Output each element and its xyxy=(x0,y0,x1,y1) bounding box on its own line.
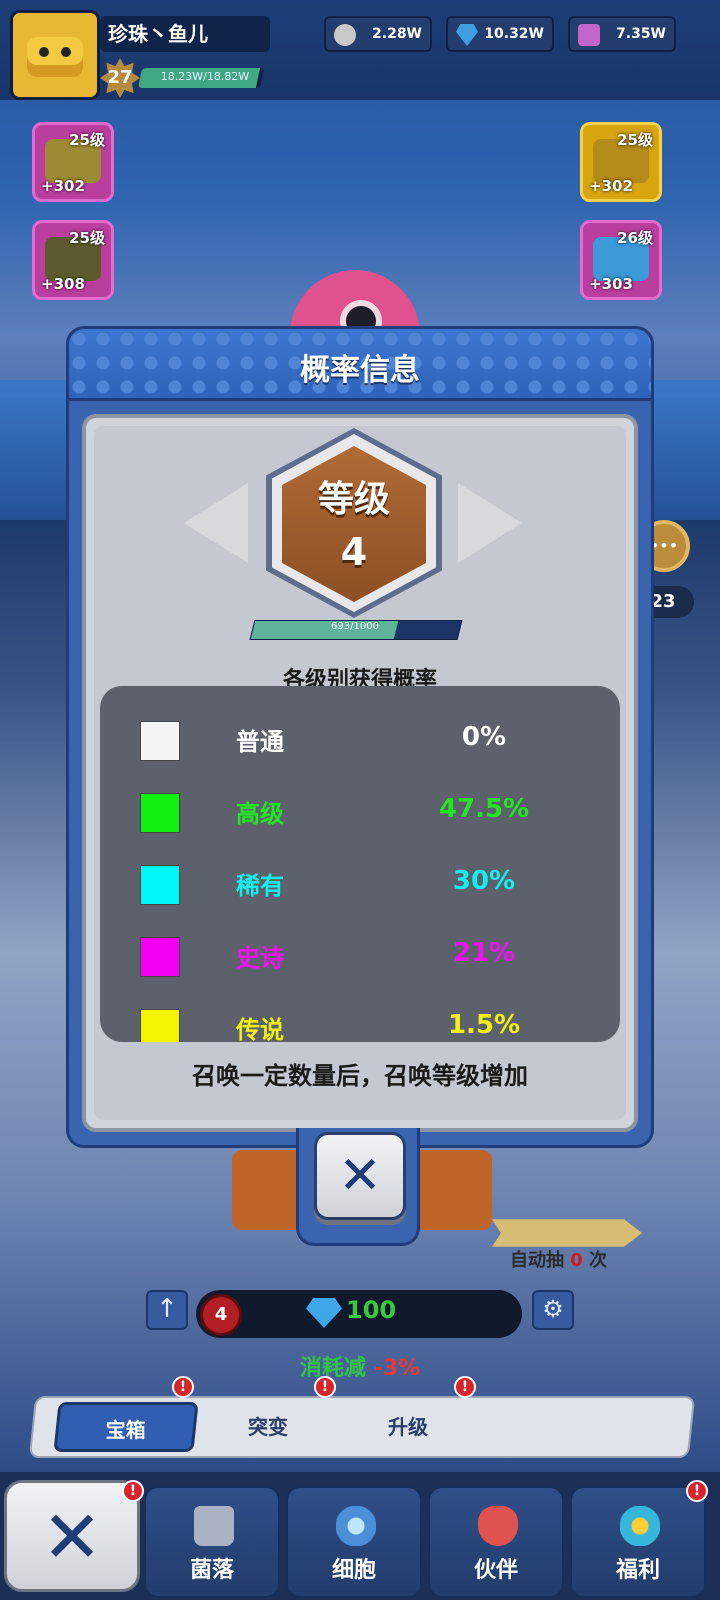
modal-close-button[interactable]: ✕ xyxy=(314,1132,406,1220)
rate-row: 传说 1.5% xyxy=(100,992,620,1042)
rarity-rate: 30% xyxy=(452,866,516,896)
lock-icon xyxy=(194,1506,234,1546)
item-level: 25级 xyxy=(69,131,105,149)
cost-discount: 消耗减 -3% xyxy=(0,1350,720,1382)
level-value: 4 xyxy=(340,530,368,574)
auto-draw-count: 0 xyxy=(570,1250,583,1271)
item-bonus: +303 xyxy=(589,275,633,293)
nav-welfare-badge: ! xyxy=(686,1480,708,1502)
rate-list[interactable]: 普通 0% 高级 47.5% 稀有 30% 史诗 21% 传说 1.5% xyxy=(100,686,620,1042)
rarity-name: 史诗 xyxy=(236,944,284,972)
nav-partner[interactable]: 伙伴 xyxy=(428,1486,564,1598)
nav-welfare[interactable]: 福利 xyxy=(570,1486,706,1598)
rate-row: 普通 0% xyxy=(100,704,620,776)
item-level: 25级 xyxy=(69,229,105,247)
item-bonus: +308 xyxy=(41,275,85,293)
gift-icon xyxy=(620,1506,660,1546)
tab-upgrade[interactable]: 升级 xyxy=(338,1402,478,1452)
nav-cell[interactable]: 细胞 xyxy=(286,1486,422,1598)
tab-upgrade-badge: ! xyxy=(454,1376,476,1398)
rarity-rate: 1.5% xyxy=(447,1010,521,1040)
chest-icon xyxy=(578,24,600,46)
rarity-rate: 47.5% xyxy=(438,794,530,824)
tab-chest-badge: ! xyxy=(172,1376,194,1398)
resource-diamond[interactable]: 10.32W xyxy=(446,16,554,52)
rarity-rate: 21% xyxy=(452,938,516,968)
summon-level-note: 召唤一定数量后，召唤等级增加 xyxy=(192,1062,528,1090)
resource-coin[interactable]: 2.28W xyxy=(324,16,432,52)
rate-row: 稀有 30% xyxy=(100,848,620,920)
auto-draw-suffix: 次 xyxy=(589,1250,608,1271)
discount-value: -3% xyxy=(373,1356,421,1381)
tab-label: 突变 xyxy=(248,1415,288,1439)
level-label: 等级 xyxy=(317,479,390,520)
avatar-face xyxy=(27,37,83,77)
auto-draw-text: 自动抽 0 次 xyxy=(510,1246,607,1272)
close-icon: ✕ xyxy=(41,1495,103,1579)
settings-gear-button[interactable]: ⚙ xyxy=(532,1290,574,1330)
summon-cost-value: 100 xyxy=(346,1296,397,1324)
item-bonus: +302 xyxy=(41,177,85,195)
player-avatar[interactable] xyxy=(10,10,100,100)
item-level: 26级 xyxy=(617,229,653,247)
rarity-swatch xyxy=(140,793,180,833)
rarity-rate: 0% xyxy=(461,722,507,752)
nav-colony[interactable]: 菌落 xyxy=(144,1486,280,1598)
side-item-right-2[interactable]: 26级 +303 xyxy=(580,220,662,300)
side-item-right-1[interactable]: 25级 +302 xyxy=(580,122,662,202)
rate-row: 高级 47.5% xyxy=(100,776,620,848)
tab-mutation-badge: ! xyxy=(314,1376,336,1398)
nav-label: 福利 xyxy=(615,1558,660,1583)
nav-close-button[interactable]: ✕ xyxy=(4,1480,140,1592)
discount-label: 消耗减 xyxy=(299,1356,366,1381)
modal-title-bar: 概率信息 xyxy=(69,329,651,401)
tab-label: 宝箱 xyxy=(105,1418,146,1442)
rarity-swatch xyxy=(140,721,180,761)
side-item-left-1[interactable]: 25级 +302 xyxy=(32,122,114,202)
rarity-name: 稀有 xyxy=(236,872,284,900)
rarity-swatch xyxy=(140,865,180,905)
partner-icon xyxy=(478,1506,518,1546)
auto-draw-prefix: 自动抽 xyxy=(510,1250,564,1271)
exp-text: 18.23W/18.82W xyxy=(160,70,250,83)
resource-chest[interactable]: 7.35W xyxy=(568,16,676,52)
rarity-swatch xyxy=(140,1009,180,1042)
coin-icon xyxy=(334,24,356,46)
tab-label: 升级 xyxy=(388,1415,428,1439)
nav-label: 菌落 xyxy=(189,1558,234,1583)
side-item-left-2[interactable]: 25级 +308 xyxy=(32,220,114,300)
rarity-name: 普通 xyxy=(236,728,284,756)
upgrade-arrow-button[interactable]: ↑ xyxy=(146,1290,188,1330)
level-progress-text: 693/1000 xyxy=(331,621,379,632)
diamond-icon xyxy=(456,24,478,46)
resource-value: 2.28W xyxy=(372,26,422,42)
rarity-swatch xyxy=(140,937,180,977)
summon-level-badge: 4 xyxy=(200,1294,242,1336)
nav-label: 伙伴 xyxy=(473,1558,518,1583)
rate-row: 史诗 21% xyxy=(100,920,620,992)
resource-value: 10.32W xyxy=(484,26,544,42)
nav-label: 细胞 xyxy=(331,1558,376,1583)
nav-close-badge: ! xyxy=(122,1480,144,1502)
item-level: 25级 xyxy=(617,131,653,149)
rarity-name: 传说 xyxy=(236,1016,284,1042)
close-icon: ✕ xyxy=(338,1146,382,1206)
player-name: 珍珠丶鱼儿 xyxy=(100,16,270,52)
rarity-name: 高级 xyxy=(236,800,284,828)
resource-value: 7.35W xyxy=(616,26,666,42)
tab-mutation[interactable]: 突变 xyxy=(198,1402,338,1452)
cell-icon xyxy=(336,1506,376,1546)
item-bonus: +302 xyxy=(589,177,633,195)
modal-title: 概率信息 xyxy=(300,353,420,388)
tab-chest[interactable]: 宝箱 xyxy=(53,1402,199,1452)
